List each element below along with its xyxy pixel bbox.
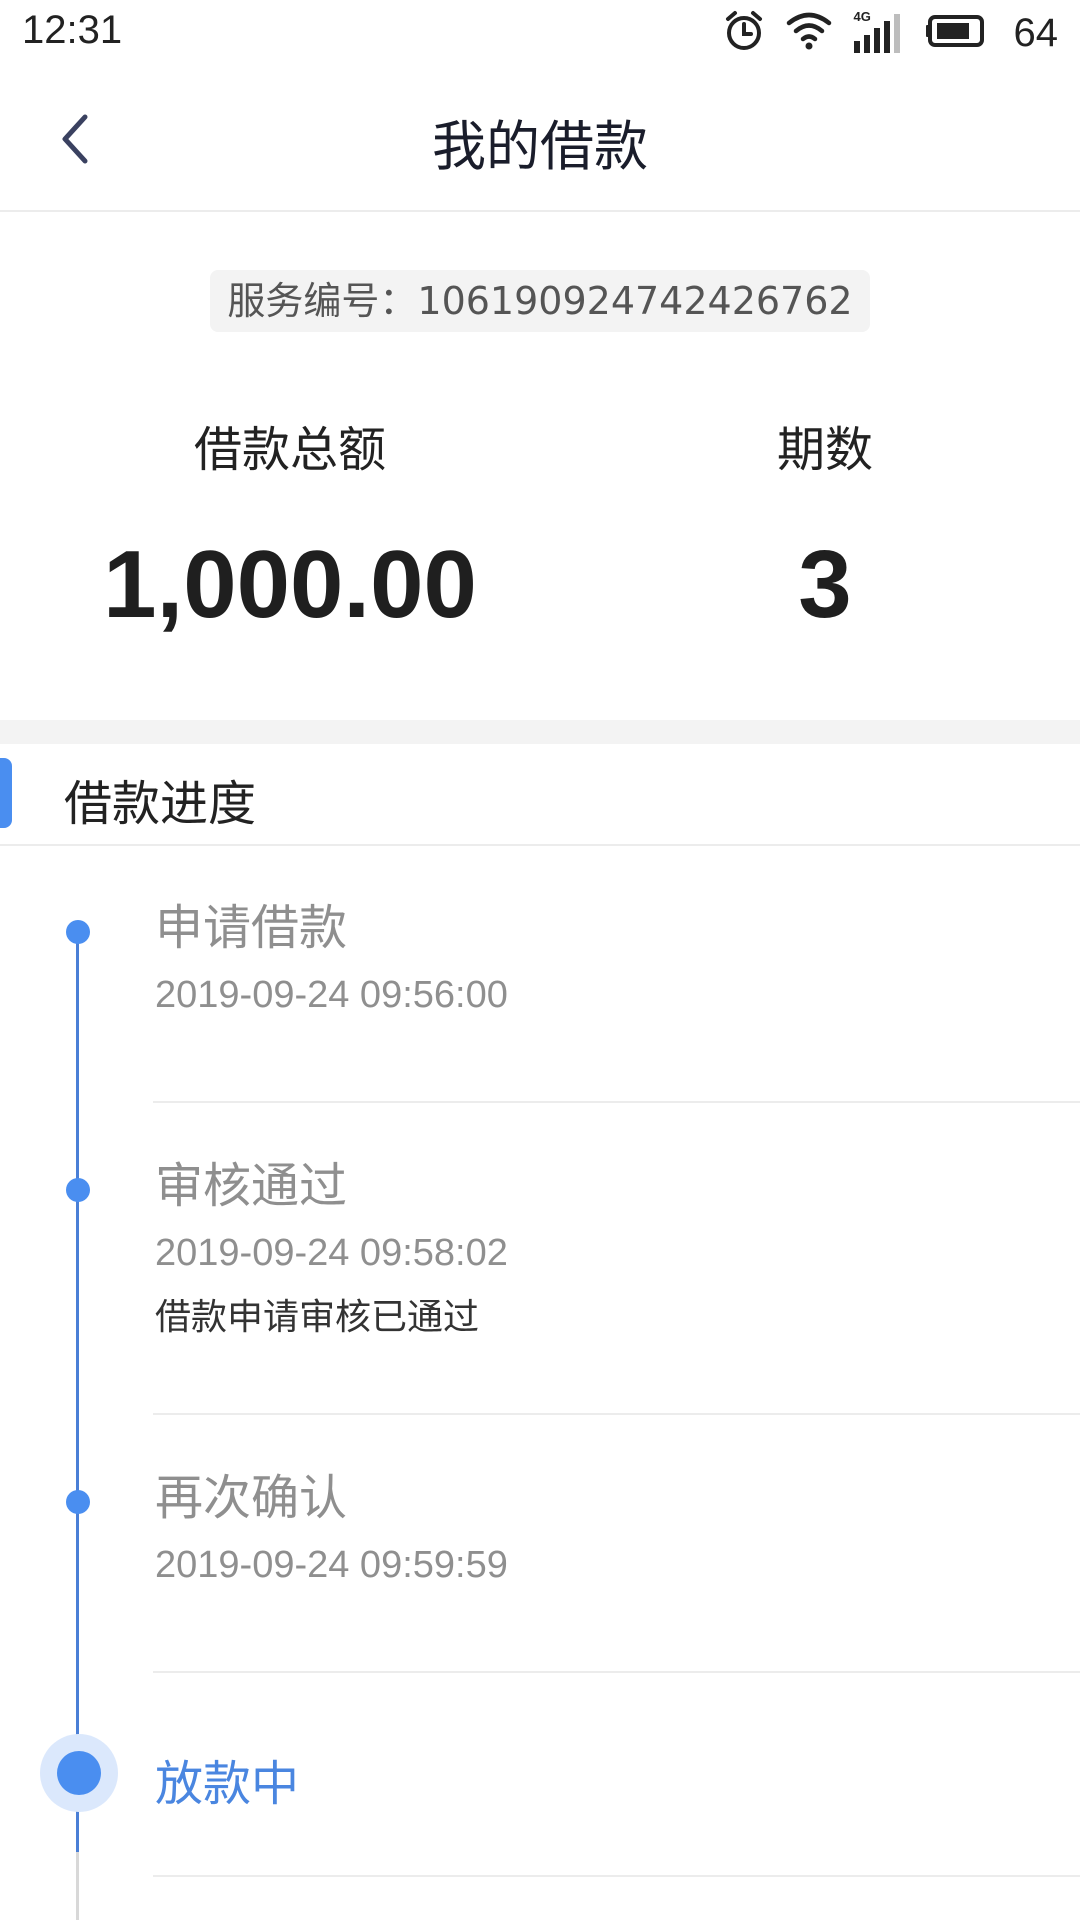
progress-title: 借款进度: [64, 776, 257, 832]
status-time: 12:31: [22, 8, 123, 52]
battery-icon: [925, 14, 990, 52]
nav-bar: 我的借款: [0, 66, 1080, 212]
step-divider: [153, 1101, 1080, 1103]
timeline-dot: [66, 920, 90, 944]
battery-level: 64: [1013, 10, 1059, 55]
total-amount-label: 借款总额: [193, 422, 386, 478]
alarm-icon: [722, 9, 766, 57]
timeline-dot: [66, 1178, 90, 1202]
status-icons: 4G 64: [722, 8, 1059, 58]
periods-label: 期数: [776, 422, 873, 478]
page-title: 我的借款: [432, 115, 648, 178]
timeline-step: 审核通过 2019-09-24 09:58:02 借款申请审核已通过: [0, 1104, 1080, 1416]
timeline-step: 再次确认 2019-09-24 09:59:59: [0, 1416, 1080, 1674]
step-divider: [153, 1413, 1080, 1415]
progress-timeline: 申请借款 2019-09-24 09:56:00 审核通过 2019-09-24…: [0, 846, 1080, 1920]
step-title-active: 放款中: [155, 1756, 300, 1812]
step-title: 申请借款: [155, 900, 348, 956]
step-divider: [153, 1671, 1080, 1673]
step-divider: [153, 1875, 1080, 1877]
step-note: 借款申请审核已通过: [155, 1297, 480, 1338]
progress-header: 借款进度: [0, 744, 1080, 846]
timeline-dot: [66, 1490, 90, 1514]
section-divider: [0, 720, 1080, 744]
screen: 12:31 4G: [0, 0, 1080, 1920]
step-time: 2019-09-24 09:59:59: [155, 1544, 508, 1586]
timeline-step-active: 放款中: [0, 1674, 1080, 1878]
step-title: 审核通过: [155, 1158, 348, 1214]
step-time: 2019-09-24 09:56:00: [155, 974, 508, 1016]
periods-value: 3: [798, 531, 852, 638]
section-accent-bar: [0, 758, 12, 828]
status-bar: 12:31 4G 64: [0, 0, 1080, 66]
timeline-dot-active: [40, 1734, 118, 1812]
total-amount-value: 1,000.00: [103, 531, 477, 638]
timeline-step: 申请借款 2019-09-24 09:56:00: [0, 846, 1080, 1104]
signal-icon: 4G: [852, 9, 906, 55]
step-time: 2019-09-24 09:58:02: [155, 1232, 508, 1274]
service-number: 服务编号：1061909247424267​62: [210, 270, 870, 332]
step-title: 再次确认: [155, 1470, 348, 1526]
wifi-icon: [786, 11, 832, 55]
